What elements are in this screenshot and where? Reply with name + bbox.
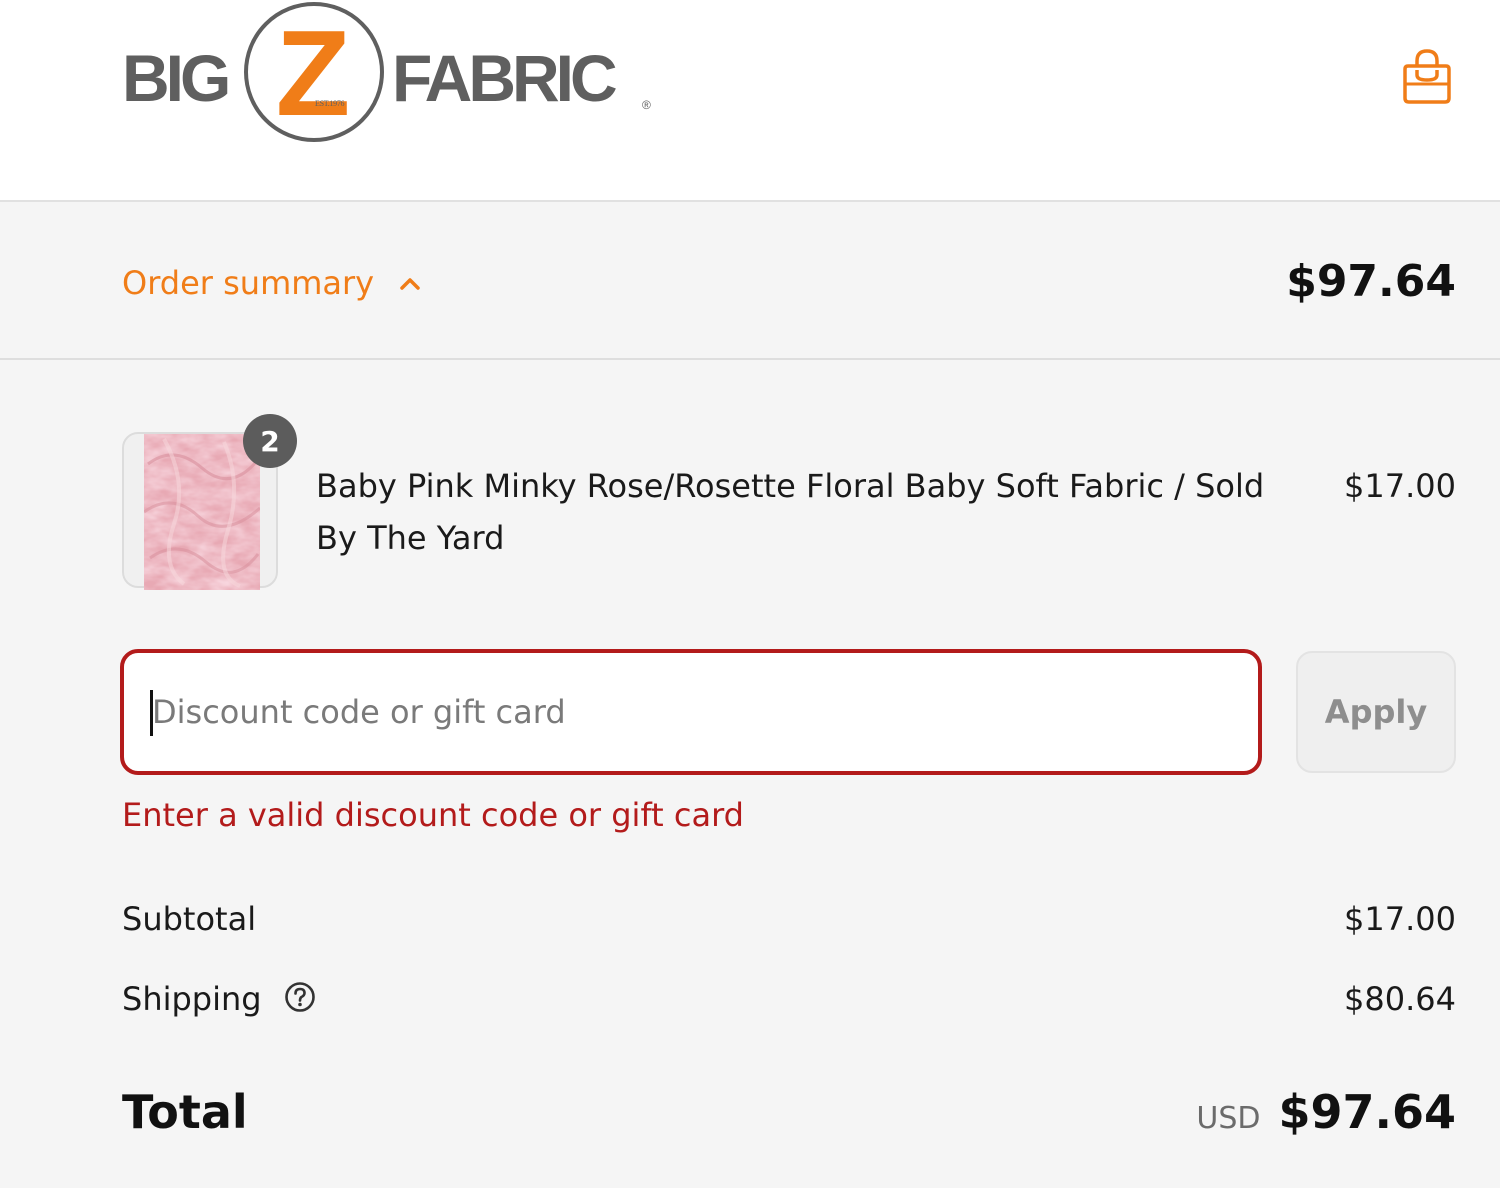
logo-word-big: BIG xyxy=(122,41,231,115)
chevron-up-icon xyxy=(400,278,420,290)
discount-code-input[interactable] xyxy=(120,649,1262,775)
total-value: $97.64 xyxy=(1278,1085,1456,1139)
order-summary-toggle[interactable]: Order summary xyxy=(122,264,422,302)
big-z-fabric-logo[interactable]: BIG Z EST.1976 FABRIC ® xyxy=(122,2,662,152)
total-amount: USD $97.64 xyxy=(1196,1084,1456,1151)
order-summary-details: 2 Baby Pink Minky Rose/Rosette Floral Ba… xyxy=(0,360,1500,1188)
shipping-label: Shipping xyxy=(122,980,262,1018)
shipping-row-label: Shipping xyxy=(122,976,316,1022)
site-header: BIG Z EST.1976 FABRIC ® xyxy=(0,0,1500,202)
logo-word-fabric: FABRIC xyxy=(392,41,618,115)
pink-minky-fabric-image xyxy=(144,434,260,590)
total-label: Total xyxy=(122,1085,248,1139)
shopping-bag-icon[interactable] xyxy=(1402,48,1452,104)
text-caret xyxy=(150,690,153,736)
shipping-value: $80.64 xyxy=(1344,980,1456,1018)
question-circle-icon[interactable] xyxy=(284,981,316,1013)
discount-error-message: Enter a valid discount code or gift card xyxy=(122,796,744,834)
logo-z-letter: Z xyxy=(275,5,351,141)
quantity-badge: 2 xyxy=(243,414,297,468)
currency-code: USD xyxy=(1196,1101,1261,1136)
logo-registered-mark: ® xyxy=(642,98,651,112)
subtotal-label: Subtotal xyxy=(122,900,257,938)
logo-established-text: EST.1976 xyxy=(315,99,345,108)
product-price: $17.00 xyxy=(1344,467,1456,505)
order-summary-label: Order summary xyxy=(122,264,375,302)
order-summary-bar: Order summary $97.64 xyxy=(0,202,1500,360)
subtotal-value: $17.00 xyxy=(1344,900,1456,938)
apply-discount-button[interactable]: Apply xyxy=(1296,651,1456,773)
order-summary-total: $97.64 xyxy=(1286,256,1456,307)
product-name: Baby Pink Minky Rose/Rosette Floral Baby… xyxy=(316,467,1265,557)
